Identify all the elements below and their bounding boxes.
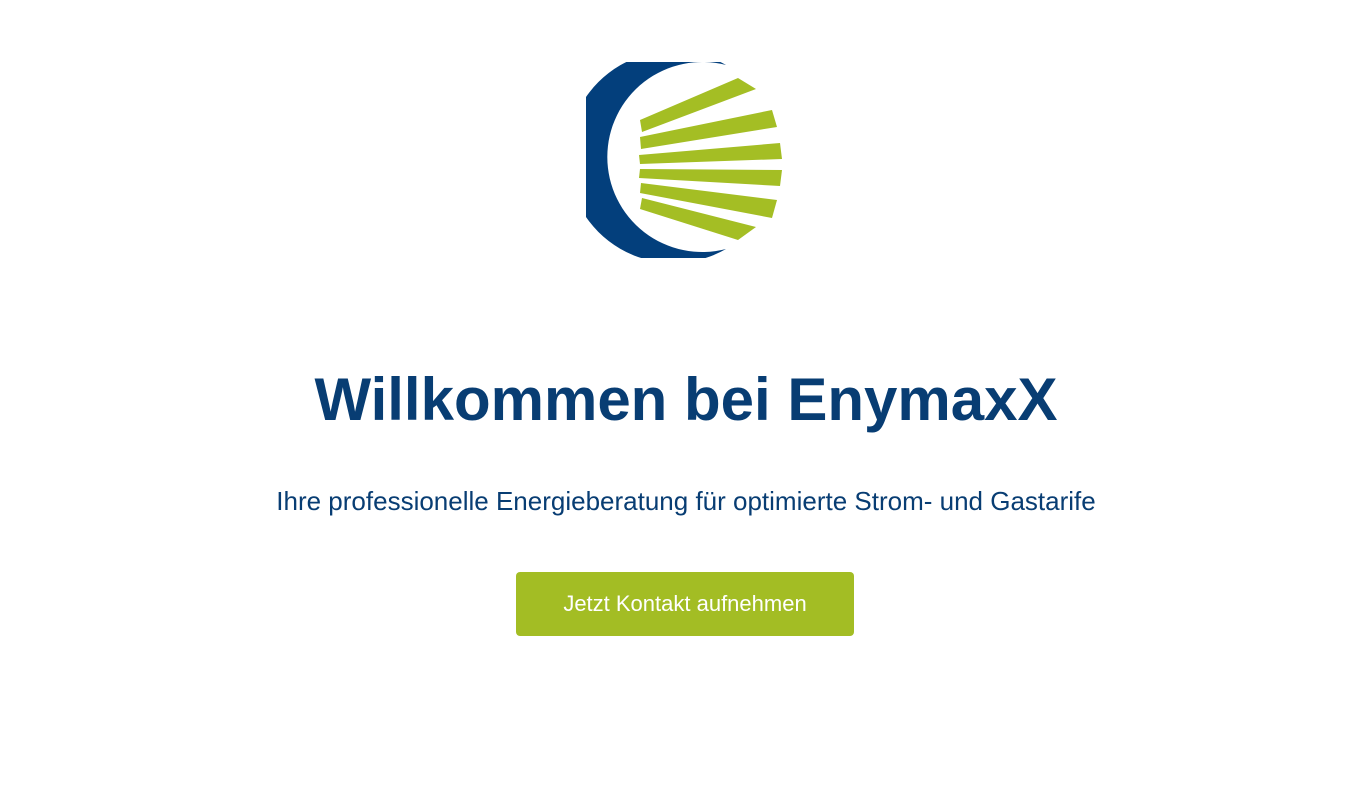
page-subtitle: Ihre professionelle Energieberatung für … [276,486,1096,516]
enymaxx-logo-icon [567,51,786,264]
page-title: Willkommen bei EnymaxX [314,366,1058,433]
contact-button[interactable]: Jetzt Kontakt aufnehmen [516,572,854,636]
